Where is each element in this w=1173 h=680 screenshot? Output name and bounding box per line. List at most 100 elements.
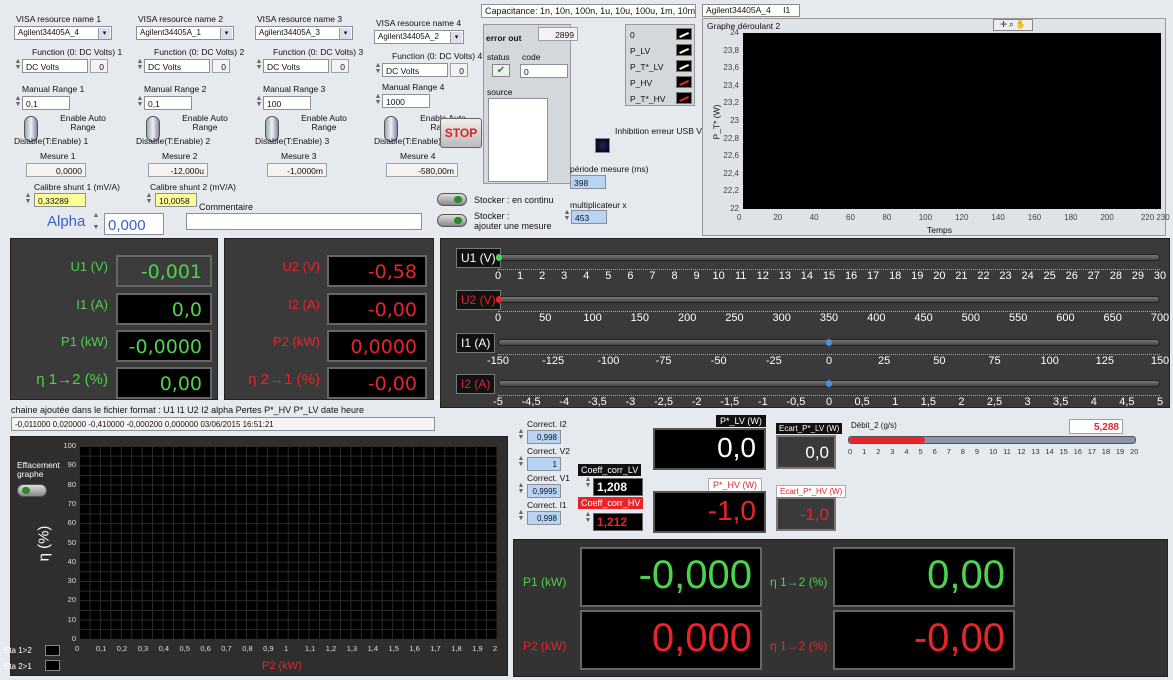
slider-row-2[interactable]: U2 (V) 0 50 100 150 200 250 300 350 400 450 500 550 6…: [454, 290, 1169, 330]
manual-range-field-1[interactable]: 0,1: [22, 96, 70, 110]
slider-track[interactable]: [498, 339, 1160, 346]
range-stepper-1[interactable]: ▲ ▼: [14, 95, 22, 110]
x-tick-label: 160: [1027, 213, 1042, 222]
periode-field[interactable]: 398: [570, 175, 606, 189]
slider-track[interactable]: [498, 380, 1160, 387]
range-stepper-3[interactable]: ▲ ▼: [255, 95, 263, 110]
function-select-1[interactable]: DC Volts: [22, 59, 88, 73]
alpha-stepper[interactable]: ▲ ▼: [92, 210, 100, 234]
function-select-2[interactable]: DC Volts: [144, 59, 210, 73]
correction-stepper[interactable]: ▲ ▼: [517, 482, 525, 497]
calibre-shunt-2-field[interactable]: 10,0058: [155, 193, 197, 207]
debit-tick-label: 16: [1073, 447, 1082, 456]
manual-range-field-2[interactable]: 0,1: [144, 96, 192, 110]
chevron-down-icon[interactable]: ▾: [339, 28, 351, 39]
commentaire-label: Commentaire: [199, 202, 254, 212]
p-hv-label: P*_HV (W): [708, 478, 763, 492]
slider-track[interactable]: [496, 254, 1160, 261]
commentaire-field[interactable]: [186, 213, 422, 230]
correction-stepper[interactable]: ▲ ▼: [517, 509, 525, 524]
function-stepper-3[interactable]: ▲ ▼: [255, 58, 263, 73]
chevron-down-icon[interactable]: ▾: [98, 28, 110, 39]
function-select-4[interactable]: DC Volts: [382, 63, 448, 77]
manual-range-field-3[interactable]: 100: [263, 96, 311, 110]
slider-tick-label: 500: [961, 312, 981, 324]
slider-thumb[interactable]: [496, 254, 502, 261]
debit-tick-label: 8: [960, 447, 965, 456]
code-field: 0: [520, 64, 568, 78]
debit-tick-label: 0: [848, 447, 853, 456]
slider-thumb[interactable]: [496, 296, 502, 303]
range-stepper-2[interactable]: ▲ ▼: [136, 95, 144, 110]
slider-tick-label: 10: [712, 270, 725, 282]
stocker-continu-toggle[interactable]: [437, 193, 467, 206]
slider-tick-label: 1,5: [920, 396, 936, 408]
function-num-1: 0: [90, 59, 108, 73]
coeff-lv-stepper[interactable]: ▲ ▼: [584, 476, 592, 491]
function-stepper-2[interactable]: ▲ ▼: [136, 58, 144, 73]
slider-tick-label: 15: [822, 270, 836, 282]
calibre1-stepper[interactable]: ▲ ▼: [24, 192, 32, 207]
legend-name: P_HV: [630, 78, 653, 88]
correction-field[interactable]: 0,998: [527, 511, 561, 525]
slider-tick-label: 14: [800, 270, 814, 282]
calibre2-stepper[interactable]: ▲ ▼: [145, 192, 153, 207]
slider-row-4[interactable]: I2 (A) -5 -4,5 -4 -3,5 -3 -2,5 -2 -1,5 -1 -0,5 0 0,5…: [454, 374, 1166, 414]
coeff-hv-stepper[interactable]: ▲ ▼: [584, 511, 592, 526]
coeff-lv-field[interactable]: 1,208: [593, 478, 643, 496]
alpha-field[interactable]: 0,000: [104, 213, 164, 235]
right-readout-value: -0,00: [327, 367, 427, 399]
slider-track[interactable]: [496, 296, 1160, 303]
visa-select-3[interactable]: Agilent34405A_3 ▾: [255, 26, 353, 40]
correction-stepper[interactable]: ▲ ▼: [517, 428, 525, 443]
slider-row-3[interactable]: I1 (A) -150 -125 -100 -75 -50 -25 0 25 50 75 100 125…: [454, 333, 1170, 373]
chevron-down-icon[interactable]: ▾: [220, 28, 232, 39]
multiplicateur-stepper[interactable]: ▲ ▼: [563, 209, 571, 224]
debit-tick-label: 5: [918, 447, 923, 456]
visa-select-1[interactable]: Agilent34405A_4 ▾: [14, 26, 112, 40]
correction-label: Correct. I2: [527, 419, 567, 429]
manual-range-field-4[interactable]: 1000: [382, 94, 430, 108]
debit-tick-label: 13: [1031, 447, 1040, 456]
slider-tick-label: 1: [892, 396, 899, 408]
stop-button[interactable]: STOP: [440, 118, 482, 148]
x-tick-label: 0,7: [221, 644, 232, 653]
slider-thumb[interactable]: [826, 380, 832, 387]
slider-nums: 0 1 2 3 4 5 6 7 8 9 10 11 12 13 14 15 16 17 18 19 20 21 22 23 24…: [492, 270, 1166, 284]
calibre-shunt-1-field[interactable]: 0,33289: [34, 193, 86, 207]
coeff-hv-field[interactable]: 1,212: [593, 513, 643, 531]
usb-led-icon[interactable]: [595, 138, 610, 153]
visa-select-4[interactable]: Agilent34405A_2 ▾: [374, 30, 464, 44]
mesure-label-3: Mesure 3: [281, 151, 317, 161]
graph-palette[interactable]: ✛ ⌕ ✋: [993, 19, 1033, 31]
legend-name: P_T*_HV: [630, 94, 666, 104]
slider-tick-label: 5: [605, 270, 612, 282]
function-select-3[interactable]: DC Volts: [263, 59, 329, 73]
slider-row-1[interactable]: U1 (V) 0 1 2 3 4 5 6 7 8 9 10 11 12 13 14 15 16 17 18 19 20 21…: [454, 248, 1166, 288]
multiplicateur-field[interactable]: 453: [571, 210, 607, 224]
function-stepper-1[interactable]: ▲ ▼: [14, 58, 22, 73]
slider-tick-label: 300: [772, 312, 791, 324]
slider-thumb[interactable]: [826, 339, 832, 346]
disable-label-1: Disable(T:Enable) 1: [14, 136, 89, 146]
x-tick-label: 1: [284, 644, 289, 653]
stocker-mesure-button[interactable]: [437, 214, 467, 227]
big-eta21-display: -0,00: [833, 610, 1015, 670]
coeff-hv-label: Coeff_corr_HV: [578, 497, 644, 509]
chevron-down-icon[interactable]: ▾: [450, 32, 462, 43]
legend-line-icon: [679, 63, 689, 70]
function-stepper-4[interactable]: ▲ ▼: [374, 62, 382, 77]
range-stepper-4[interactable]: ▲ ▼: [374, 93, 382, 108]
x-tick-label: 0,8: [242, 644, 253, 653]
correction-stepper[interactable]: ▲ ▼: [517, 455, 525, 470]
correction-field[interactable]: 0,9995: [527, 484, 561, 498]
correction-field[interactable]: 1: [527, 457, 561, 471]
legend-row: P_T*_HV: [630, 92, 692, 106]
correction-field[interactable]: 0,998: [527, 430, 561, 444]
visa-select-2[interactable]: Agilent34405A_1 ▾: [136, 26, 234, 40]
effacement-button[interactable]: [17, 484, 47, 497]
slider-tick-label: 350: [819, 312, 839, 324]
slider-tick-label: 150: [1150, 355, 1170, 367]
right-readout-value: -0,00: [327, 293, 427, 325]
x-tick-label: 1,8: [451, 644, 462, 653]
